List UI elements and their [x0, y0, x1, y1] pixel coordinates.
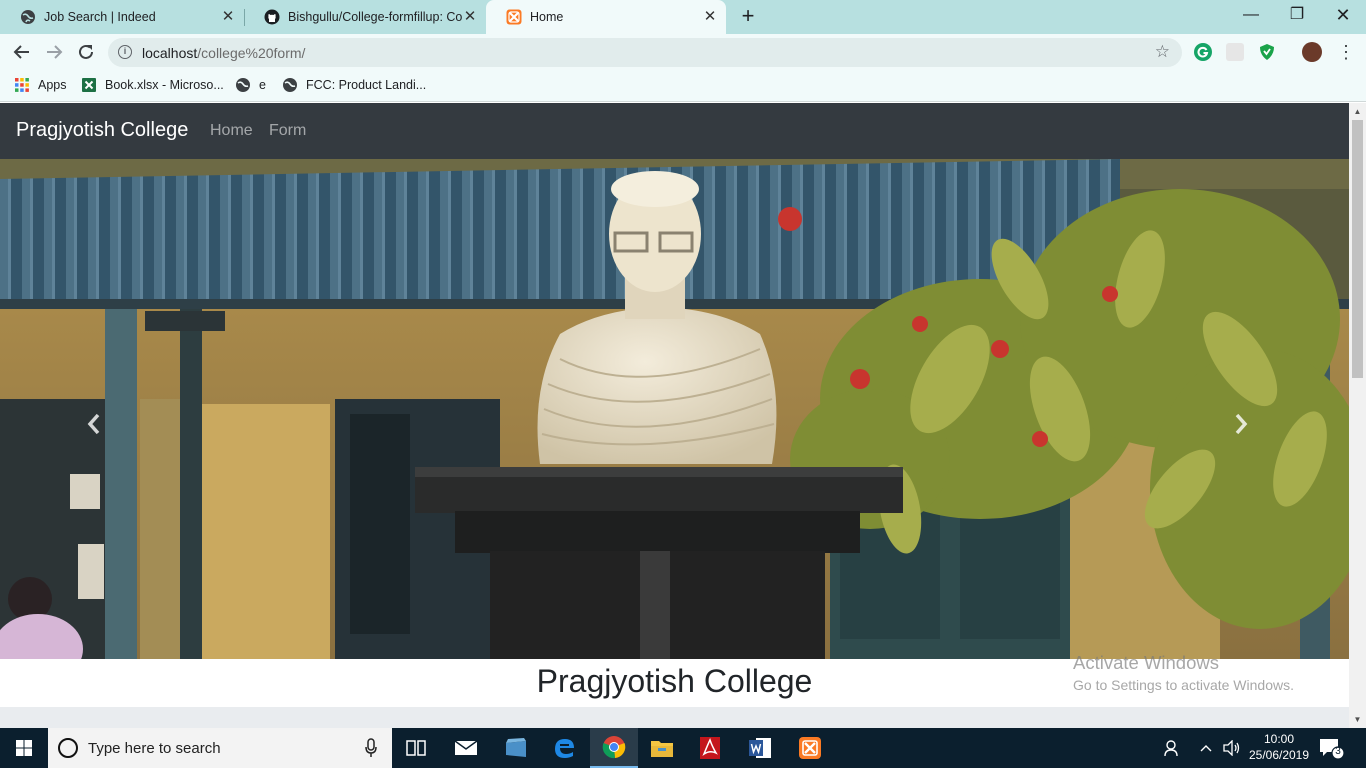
bookmark-label: Apps	[38, 78, 67, 92]
windows-logo-icon	[16, 740, 32, 756]
chrome-icon[interactable]	[590, 728, 638, 768]
microphone-icon[interactable]	[364, 738, 378, 758]
action-center-button[interactable]: 3	[1318, 736, 1345, 760]
profile-avatar[interactable]	[1302, 42, 1322, 62]
nav-link-home[interactable]: Home	[210, 122, 253, 140]
close-tab-icon[interactable]: ✕	[462, 9, 478, 25]
globe-icon	[236, 78, 250, 92]
bookmark-apps[interactable]: Apps	[14, 77, 67, 93]
cortana-search-icon	[58, 738, 78, 758]
close-window-button[interactable]: ✕	[1320, 0, 1366, 30]
watermark-line1: Activate Windows	[1073, 652, 1219, 673]
site-navbar: Pragjyotish College Home Form	[0, 103, 1349, 159]
extension-icon[interactable]	[1226, 43, 1244, 61]
file-explorer-icon[interactable]	[638, 728, 686, 768]
page-scrollbar[interactable]: ▲ ▼	[1349, 103, 1366, 728]
restore-button[interactable]: ❐	[1274, 0, 1320, 30]
chevron-right-icon	[1235, 413, 1248, 435]
shield-icon[interactable]	[1258, 43, 1276, 61]
browser-tab-indeed[interactable]: Job Search | Indeed ✕	[0, 0, 244, 34]
windows-taskbar: Type here to search 10:00 25/06/2019 3	[0, 728, 1366, 768]
globe-icon	[21, 10, 35, 24]
taskbar-search-box[interactable]: Type here to search	[48, 728, 392, 768]
minimize-button[interactable]: —	[1228, 0, 1274, 30]
clock-time: 10:00	[1263, 732, 1295, 746]
browser-tab-github[interactable]: Bishgullu/College-formfillup: Coll ✕	[244, 0, 486, 34]
nav-link-form[interactable]: Form	[269, 122, 306, 140]
chevron-left-icon	[87, 413, 100, 435]
bookmark-excel-book[interactable]: Book.xlsx - Microso...	[81, 77, 224, 93]
scroll-up-arrow-icon[interactable]: ▲	[1349, 103, 1366, 120]
tray-chevron-up-icon[interactable]	[1196, 728, 1216, 768]
arrow-right-icon	[47, 45, 63, 59]
github-icon	[264, 9, 280, 25]
browser-toolbar: i localhost/college%20form/ ☆ ⋮	[0, 34, 1366, 70]
url-text[interactable]: localhost/college%20form/	[142, 45, 305, 61]
volume-icon[interactable]	[1220, 728, 1244, 768]
globe-icon	[283, 78, 297, 92]
address-bar[interactable]: i localhost/college%20form/ ☆	[108, 38, 1182, 67]
carousel-next-button[interactable]	[1233, 409, 1263, 439]
browser-tabstrip: Job Search | Indeed ✕ Bishgullu/College-…	[0, 0, 1366, 34]
bookmarks-bar: Apps Book.xlsx - Microso... e FCC: Produ…	[0, 70, 1366, 102]
bookmark-fcc[interactable]: FCC: Product Landi...	[282, 77, 426, 93]
site-brand[interactable]: Pragjyotish College	[16, 119, 188, 142]
apps-grid-icon	[15, 78, 29, 92]
notification-count: 3	[1335, 746, 1341, 757]
task-view-icon[interactable]	[392, 728, 440, 768]
page-section-strip	[0, 707, 1349, 728]
edge-icon[interactable]	[540, 728, 588, 768]
tab-title: Home	[530, 10, 564, 24]
reload-button[interactable]	[74, 40, 98, 64]
page-viewport: Pragjyotish College Home Form Pragjyotis…	[0, 103, 1366, 728]
xampp-icon	[506, 9, 522, 25]
carousel-prev-button[interactable]	[86, 409, 116, 439]
bookmark-label: FCC: Product Landi...	[306, 78, 427, 92]
back-button[interactable]	[10, 40, 34, 64]
chrome-menu-icon[interactable]: ⋮	[1334, 40, 1358, 64]
reload-icon	[79, 44, 93, 59]
close-tab-icon[interactable]: ✕	[702, 9, 718, 25]
clock-date: 25/06/2019	[1248, 748, 1310, 762]
hero-image-statue	[0, 159, 1349, 659]
hero-carousel	[0, 159, 1349, 659]
watermark-line2: Go to Settings to activate Windows.	[1073, 677, 1294, 693]
store-icon[interactable]	[492, 728, 540, 768]
bookmark-star-icon[interactable]: ☆	[1155, 42, 1170, 62]
bookmark-label: e	[259, 78, 266, 92]
word-icon[interactable]	[736, 728, 784, 768]
start-button[interactable]	[0, 728, 48, 768]
mail-icon[interactable]	[442, 728, 490, 768]
bookmark-e[interactable]: e	[235, 77, 266, 93]
scroll-down-arrow-icon[interactable]: ▼	[1349, 711, 1366, 728]
close-tab-icon[interactable]: ✕	[220, 9, 236, 25]
acrobat-icon[interactable]	[686, 728, 734, 768]
grammarly-icon[interactable]	[1194, 43, 1212, 61]
tab-title: Job Search | Indeed	[44, 10, 156, 24]
url-host: localhost	[142, 45, 198, 61]
scroll-thumb[interactable]	[1352, 120, 1363, 378]
tab-title: Bishgullu/College-formfillup: Coll	[288, 10, 462, 24]
xampp-icon[interactable]	[786, 728, 834, 768]
browser-tab-home[interactable]: Home ✕	[486, 0, 726, 34]
new-tab-button[interactable]: +	[736, 5, 760, 29]
activate-windows-watermark: Activate Windows Go to Settings to activ…	[1073, 652, 1294, 693]
people-icon[interactable]	[1160, 728, 1184, 768]
bookmark-label: Book.xlsx - Microso...	[105, 78, 224, 92]
arrow-left-icon	[13, 45, 29, 59]
search-placeholder: Type here to search	[88, 740, 221, 757]
url-path: /college%20form/	[197, 45, 306, 61]
system-clock[interactable]: 10:00 25/06/2019	[1248, 731, 1310, 763]
excel-icon	[82, 78, 96, 92]
forward-button[interactable]	[42, 40, 66, 64]
site-info-icon[interactable]: i	[118, 45, 132, 59]
